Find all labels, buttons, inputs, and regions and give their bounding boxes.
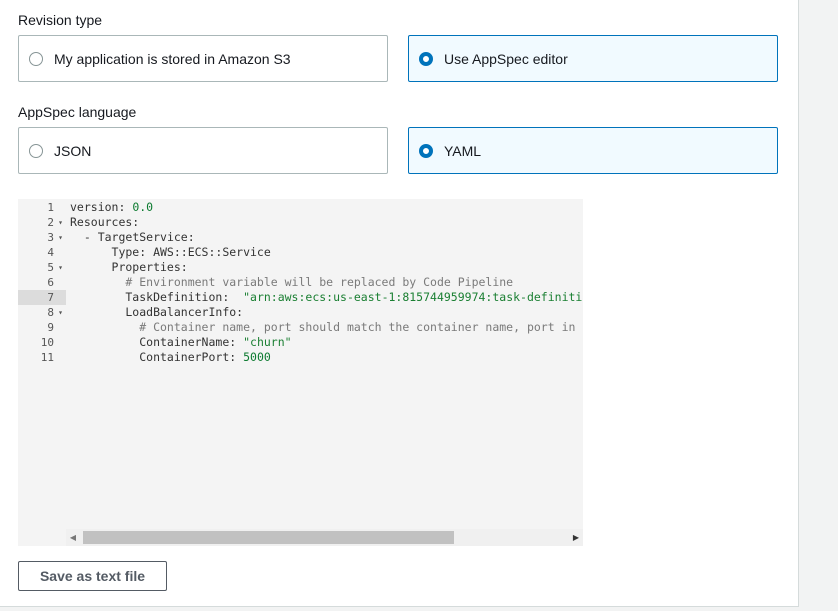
code-token: # Container name, port should match the … xyxy=(139,320,583,334)
code-line: Properties: xyxy=(70,260,188,275)
line-number-row: 3 ▾ xyxy=(18,230,66,245)
line-number: 9 xyxy=(47,321,54,334)
code-line: # Environment variable will be replaced … xyxy=(70,275,513,290)
code-line: LoadBalancerInfo: xyxy=(70,305,243,320)
line-number: 11 xyxy=(40,351,54,364)
revision-option-s3[interactable]: My application is stored in Amazon S3 xyxy=(18,35,388,82)
fold-toggle-icon[interactable]: ▾ xyxy=(58,260,63,275)
editor-horizontal-scrollbar[interactable]: ◀ ▶ xyxy=(66,529,583,546)
line-number-row: 7 xyxy=(18,290,66,305)
code-line: Type: AWS::ECS::Service xyxy=(70,245,271,260)
line-number-row: 6 xyxy=(18,275,66,290)
line-number: 5 xyxy=(47,261,54,274)
line-number: 3 xyxy=(47,231,54,244)
line-number: 8 xyxy=(47,306,54,319)
code-token: version: xyxy=(70,200,133,214)
language-option-json-label: JSON xyxy=(54,142,92,159)
line-number: 1 xyxy=(47,201,54,214)
line-number: 4 xyxy=(47,246,54,259)
code-token: TaskDefinition: xyxy=(70,290,244,304)
code-token: ContainerName: xyxy=(70,335,244,349)
scroll-right-icon[interactable]: ▶ xyxy=(569,529,583,546)
fold-toggle-icon[interactable]: ▾ xyxy=(58,215,63,230)
code-token: "arn:aws:ecs:us-east-1:815744959974:task… xyxy=(243,290,583,304)
line-number-row: 1 xyxy=(18,200,66,215)
code-line: version: 0.0 xyxy=(70,200,153,215)
scroll-left-icon[interactable]: ◀ xyxy=(66,529,80,546)
code-token: - xyxy=(70,230,98,244)
line-number-row: 9 xyxy=(18,320,66,335)
language-option-yaml-label: YAML xyxy=(444,142,482,159)
line-number: 10 xyxy=(40,336,54,349)
code-token: Type: AWS::ECS::Service xyxy=(70,245,271,259)
revision-type-label: Revision type xyxy=(18,12,103,28)
code-line: ContainerPort: 5000 xyxy=(70,350,271,365)
code-token: 0.0 xyxy=(132,200,154,214)
save-as-text-file-button[interactable]: Save as text file xyxy=(18,561,167,591)
radio-s3[interactable] xyxy=(29,51,43,66)
code-line: # Container name, port should match the … xyxy=(70,320,583,335)
line-number: 6 xyxy=(47,276,54,289)
line-number-row: 5 ▾ xyxy=(18,260,66,275)
code-token: "churn" xyxy=(243,335,292,349)
line-number-row: 2 ▾ xyxy=(18,215,66,230)
code-line: TaskDefinition: "arn:aws:ecs:us-east-1:8… xyxy=(70,290,583,305)
appspec-language-label: AppSpec language xyxy=(18,104,137,120)
language-option-yaml[interactable]: YAML xyxy=(408,127,778,174)
fold-toggle-icon[interactable]: ▾ xyxy=(58,305,63,320)
editor-gutter: 1 2 ▾ 3 ▾ 4 5 ▾ 6 7 8 ▾ 9 10 11 xyxy=(18,199,66,529)
scrollbar-thumb[interactable] xyxy=(83,531,454,544)
code-token: ContainerPort: xyxy=(70,350,244,364)
fold-toggle-icon[interactable]: ▾ xyxy=(58,230,63,245)
editor-code-area[interactable]: version: 0.0 Resources: - TargetService: … xyxy=(70,199,583,529)
revision-option-s3-label: My application is stored in Amazon S3 xyxy=(54,50,291,67)
code-line: ContainerName: "churn" xyxy=(70,335,292,350)
line-number: 7 xyxy=(47,291,54,304)
code-token: # Environment variable will be replaced … xyxy=(70,275,514,289)
code-line: - TargetService: xyxy=(70,230,195,245)
revision-option-appspec-editor[interactable]: Use AppSpec editor xyxy=(408,35,778,82)
revision-option-appspec-editor-label: Use AppSpec editor xyxy=(444,50,568,67)
line-number-row: 8 ▾ xyxy=(18,305,66,320)
language-option-json[interactable]: JSON xyxy=(18,127,388,174)
line-number-row: 10 xyxy=(18,335,66,350)
line-number-row: 4 xyxy=(18,245,66,260)
code-token: Resources: xyxy=(70,215,140,229)
code-token: 5000 xyxy=(243,350,271,364)
deployment-panel: Revision type My application is stored i… xyxy=(0,0,799,607)
radio-json[interactable] xyxy=(29,143,43,158)
radio-yaml[interactable] xyxy=(419,143,433,158)
code-token: Properties: xyxy=(70,260,188,274)
code-token: LoadBalancerInfo: xyxy=(70,305,244,319)
radio-appspec-editor[interactable] xyxy=(419,51,433,66)
appspec-code-editor[interactable]: 1 2 ▾ 3 ▾ 4 5 ▾ 6 7 8 ▾ 9 10 11 version: 0.0 Resources:… xyxy=(18,199,583,546)
code-token: TargetService: xyxy=(97,230,195,244)
line-number: 2 xyxy=(47,216,54,229)
code-line: Resources: xyxy=(70,215,139,230)
line-number-row: 11 xyxy=(18,350,66,365)
